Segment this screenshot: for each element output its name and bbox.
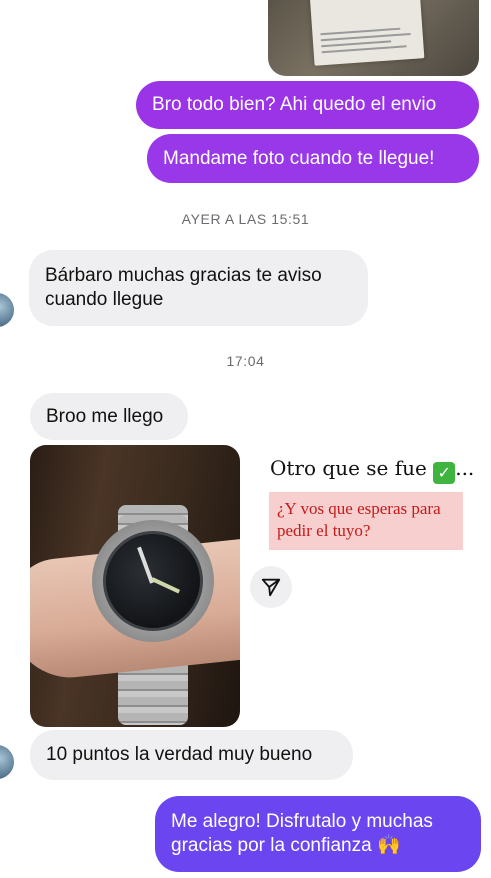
message-text-line2: cuando llegue [45, 289, 164, 310]
ellipsis: ... [455, 456, 475, 480]
timestamp: AYER A LAS 15:51 [181, 211, 310, 227]
share-button[interactable] [250, 566, 292, 608]
message-text: 10 puntos la verdad muy bueno [46, 744, 313, 765]
message-incoming[interactable]: 10 puntos la verdad muy bueno [30, 730, 353, 780]
story-headline-text: Otro que se fue [270, 456, 427, 480]
check-mark-icon: ✓ [433, 462, 456, 484]
story-headline: Otro que se fue ✓... [270, 456, 474, 484]
paper-plane-icon [261, 578, 281, 597]
message-incoming[interactable]: Bárbaro muchas gracias te aviso cuando l… [29, 250, 368, 326]
story-promo-text: ¿Y vos que esperas para pedir el tuyo? [269, 492, 463, 550]
promo-line1: ¿Y vos que esperas para [277, 499, 441, 518]
message-outgoing[interactable]: Bro todo bien? Ahi quedo el envio [136, 81, 479, 129]
message-incoming[interactable]: Broo me llego [30, 393, 188, 440]
message-text: Bro todo bien? Ahi quedo el envio [152, 94, 437, 115]
avatar[interactable] [0, 745, 14, 779]
timestamp: 17:04 [226, 353, 265, 369]
message-outgoing[interactable]: Me alegro! Disfrutalo y muchas gracias p… [155, 796, 481, 872]
shared-photo-receipt[interactable] [268, 0, 479, 76]
avatar[interactable] [0, 293, 14, 327]
message-text: Mandame foto cuando te llegue! [163, 147, 435, 169]
message-text-line1: Bárbaro muchas gracias te aviso [45, 265, 322, 286]
message-text: Broo me llego [46, 405, 164, 427]
receipt-paper [309, 0, 425, 66]
message-outgoing[interactable]: Mandame foto cuando te llegue! [147, 134, 479, 183]
story-photo-watch[interactable] [30, 445, 240, 727]
message-text-line2: gracias por la confianza 🙌 [171, 835, 401, 856]
promo-line2: pedir el tuyo? [277, 521, 371, 540]
message-text-line1: Me alegro! Disfrutalo y muchas [171, 811, 433, 832]
